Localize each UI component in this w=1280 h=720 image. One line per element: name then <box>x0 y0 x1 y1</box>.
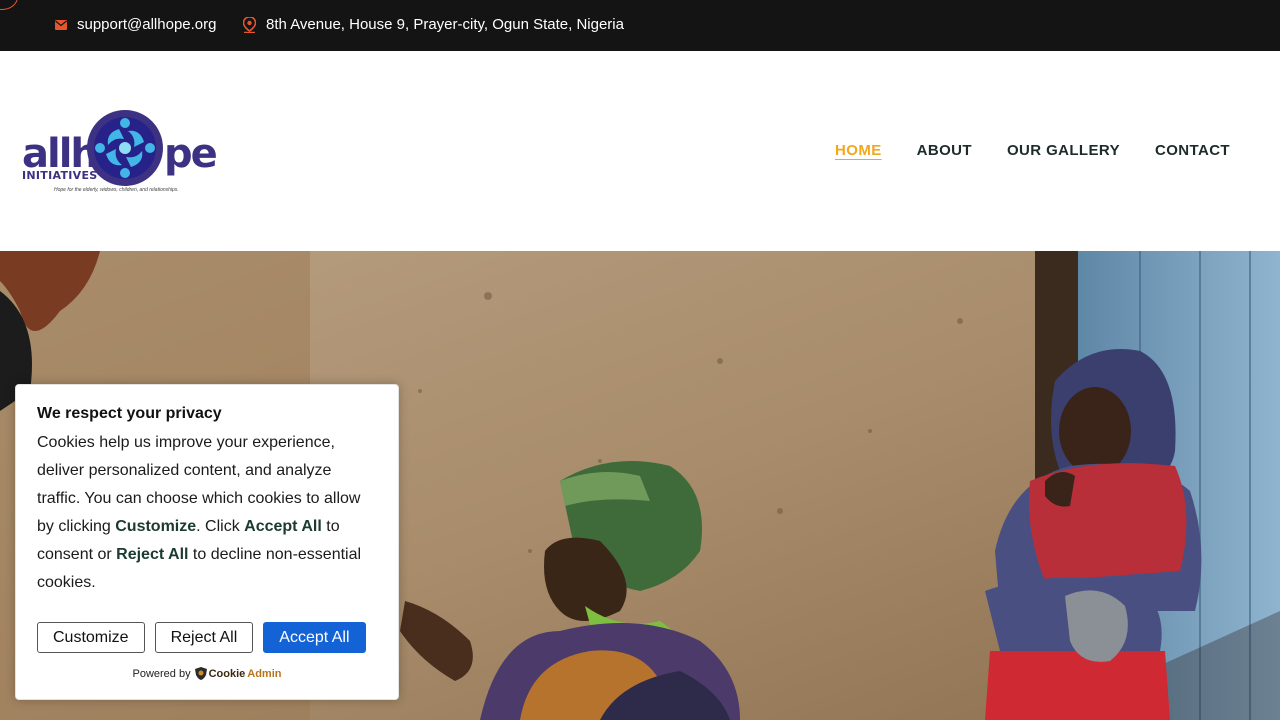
reject-all-button[interactable]: Reject All <box>154 622 254 653</box>
powered-by-label: Powered by <box>132 667 191 680</box>
nav-item-about[interactable]: ABOUT <box>917 142 972 159</box>
cookie-button-row: Customize Reject All Accept All <box>37 622 366 653</box>
logo-subtitle: INITIATIVES <box>22 169 98 182</box>
cookie-consent-banner: We respect your privacy Cookies help us … <box>15 384 399 700</box>
brand-cookie-text: Cookie <box>208 667 246 680</box>
nav-item-contact[interactable]: CONTACT <box>1155 142 1230 159</box>
top-contact-bar: support@allhope.org 8th Avenue, House 9,… <box>0 0 1280 51</box>
cookie-description: Cookies help us improve your experience,… <box>37 434 362 591</box>
envelope-icon <box>55 19 67 30</box>
main-navigation: HOME ABOUT OUR GALLERY CONTACT <box>835 142 1230 159</box>
site-logo[interactable]: allh pe INITIATIVES Hope for the elderly… <box>20 106 218 198</box>
nav-item-our-gallery[interactable]: OUR GALLERY <box>1007 142 1120 159</box>
cookie-reject-mention: Reject All <box>116 546 189 563</box>
logo-word-right: pe <box>164 131 218 177</box>
email-contact[interactable]: support@allhope.org <box>55 16 216 33</box>
accept-all-button[interactable]: Accept All <box>263 622 366 653</box>
brand-admin-text: Admin <box>247 667 282 680</box>
scroll-indicator-ring <box>0 0 18 10</box>
cookie-accept-mention: Accept All <box>244 518 322 535</box>
cookieadmin-brand-link[interactable]: Cookie Admin <box>194 667 282 680</box>
logo-tagline: Hope for the elderly, widows, children, … <box>54 187 179 193</box>
address-text: 8th Avenue, House 9, Prayer-city, Ogun S… <box>266 16 624 33</box>
cookie-title: We respect your privacy <box>37 405 222 422</box>
map-pin-icon <box>243 16 256 33</box>
logo-emblem-icon <box>87 110 163 186</box>
address-contact: 8th Avenue, House 9, Prayer-city, Ogun S… <box>243 16 624 33</box>
customize-button[interactable]: Customize <box>37 622 145 653</box>
nav-item-home[interactable]: HOME <box>835 142 882 159</box>
site-header: allh pe INITIATIVES Hope for the elderly… <box>0 51 1280 251</box>
email-text[interactable]: support@allhope.org <box>77 16 216 33</box>
cookie-customize-mention: Customize <box>115 518 197 535</box>
shield-icon <box>194 667 207 680</box>
cookie-powered-by: Powered by Cookie Admin <box>16 667 398 680</box>
